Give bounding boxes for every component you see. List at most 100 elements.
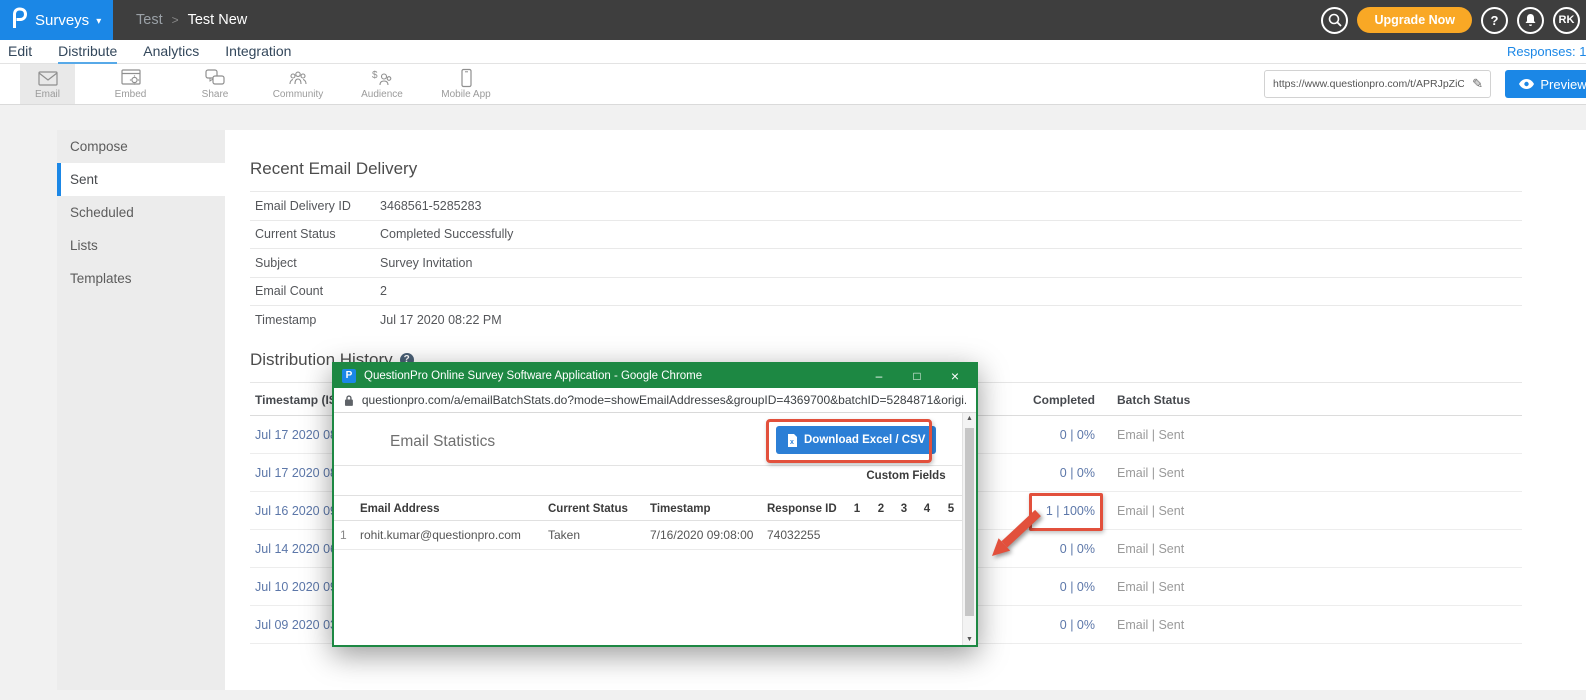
popup-table-header: Email Address Current Status Timestamp R… — [334, 495, 962, 521]
batch-status-value: Email | Sent — [1117, 454, 1184, 492]
field-label: Timestamp — [255, 313, 380, 327]
completed-value[interactable]: 0 | 0% — [970, 454, 1095, 492]
column-response-id: Response ID — [767, 496, 837, 522]
survey-subnav: Edit Distribute Analytics Integration Re… — [0, 40, 1586, 64]
field-value: 2 — [380, 284, 387, 298]
highlight-box-download-button — [766, 419, 932, 463]
edit-url-icon[interactable]: ✎ — [1472, 76, 1483, 92]
top-navbar: Surveys ▾ Test > Test New Upgrade Now ? … — [0, 0, 1586, 40]
sidebar-item-templates[interactable]: Templates — [57, 262, 225, 295]
email-address-value: rohit.kumar@questionpro.com — [360, 521, 521, 550]
close-button[interactable]: × — [940, 368, 970, 384]
tab-analytics[interactable]: Analytics — [143, 40, 199, 64]
sidebar-item-scheduled[interactable]: Scheduled — [57, 196, 225, 229]
column-completed: Completed — [970, 383, 1095, 417]
popup-address-bar[interactable]: questionpro.com/a/emailBatchStats.do?mod… — [334, 388, 976, 413]
scroll-up-icon[interactable]: ▲ — [963, 415, 976, 422]
search-icon — [1328, 13, 1342, 27]
svg-text:$: $ — [372, 70, 378, 81]
responses-count[interactable]: Responses: 14 — [1507, 44, 1586, 59]
sidebar-item-compose[interactable]: Compose — [57, 130, 225, 163]
column-custom-5: 5 — [944, 496, 958, 522]
field-label: Email Count — [255, 284, 380, 298]
toolbar-item-label: Audience — [361, 89, 403, 100]
column-custom-1: 1 — [850, 496, 864, 522]
embed-icon — [120, 68, 142, 88]
recent-delivery-title: Recent Email Delivery — [250, 159, 417, 179]
table-row: Timestamp Jul 17 2020 08:22 PM — [250, 305, 1522, 334]
tab-distribute[interactable]: Distribute — [58, 40, 117, 64]
upgrade-now-button[interactable]: Upgrade Now — [1357, 7, 1472, 33]
toolbar-item-share[interactable]: Share — [188, 64, 242, 104]
current-status-value: Taken — [548, 521, 580, 550]
share-icon — [204, 68, 226, 88]
audience-icon: $ — [371, 68, 393, 88]
field-label: Current Status — [255, 227, 380, 241]
surveys-menu[interactable]: Surveys ▾ — [0, 0, 113, 40]
row-index: 1 — [340, 521, 347, 550]
toolbar-item-community[interactable]: Community — [262, 64, 334, 104]
field-value: Survey Invitation — [380, 256, 472, 270]
sidebar-item-sent[interactable]: Sent — [57, 163, 225, 196]
survey-url-input[interactable] — [1265, 71, 1490, 97]
timestamp-value: 7/16/2020 09:08:00 — [650, 521, 753, 550]
divider — [334, 465, 962, 466]
table-row: Subject Survey Invitation — [250, 248, 1522, 277]
table-row: Email Count 2 — [250, 277, 1522, 306]
toolbar-item-label: Email — [35, 89, 60, 100]
notifications-button[interactable] — [1517, 7, 1544, 34]
tab-edit[interactable]: Edit — [8, 40, 32, 64]
lock-icon — [344, 394, 354, 407]
custom-fields-label: Custom Fields — [846, 470, 966, 482]
toolbar-item-mobile-app[interactable]: Mobile App — [428, 64, 504, 104]
maximize-button[interactable]: □ — [902, 369, 932, 383]
column-email-address: Email Address — [360, 496, 439, 522]
column-batch-status: Batch Status — [1117, 383, 1190, 417]
toolbar-item-label: Share — [202, 89, 229, 100]
community-icon — [287, 68, 309, 88]
popup-url: questionpro.com/a/emailBatchStats.do?mod… — [362, 393, 966, 407]
toolbar-item-email[interactable]: Email — [20, 64, 75, 104]
bell-icon — [1524, 13, 1537, 27]
distribute-toolbar: Email Embed Share Community $ Audience M… — [0, 64, 1586, 105]
preview-button[interactable]: Preview — [1505, 70, 1586, 98]
topbar-actions: Upgrade Now ? RK — [1321, 7, 1586, 34]
table-row: 1 rohit.kumar@questionpro.com Taken 7/16… — [334, 521, 962, 550]
field-value: Jul 17 2020 08:22 PM — [380, 313, 502, 327]
toolbar-item-label: Community — [273, 89, 324, 100]
toolbar-item-embed[interactable]: Embed — [103, 64, 158, 104]
annotation-arrow-icon — [978, 500, 1042, 562]
help-button[interactable]: ? — [1481, 7, 1508, 34]
toolbar-item-label: Mobile App — [441, 89, 490, 100]
email-sidebar: Compose Sent Scheduled Lists Templates — [57, 130, 225, 690]
column-custom-3: 3 — [897, 496, 911, 522]
field-label: Email Delivery ID — [255, 199, 380, 213]
completed-value[interactable]: 0 | 0% — [970, 416, 1095, 454]
sidebar-item-lists[interactable]: Lists — [57, 229, 225, 262]
popup-titlebar[interactable]: P QuestionPro Online Survey Software App… — [334, 364, 976, 388]
tab-integration[interactable]: Integration — [225, 40, 291, 64]
search-button[interactable] — [1321, 7, 1348, 34]
column-custom-4: 4 — [920, 496, 934, 522]
scrollbar[interactable]: ▲ ▼ — [962, 413, 976, 645]
column-timestamp: Timestamp — [650, 496, 711, 522]
minimize-button[interactable]: – — [864, 369, 894, 383]
field-value: Completed Successfully — [380, 227, 513, 241]
batch-status-value: Email | Sent — [1117, 492, 1184, 530]
batch-status-value: Email | Sent — [1117, 606, 1184, 644]
subnav-tabs: Edit Distribute Analytics Integration — [0, 40, 1586, 64]
completed-value[interactable]: 0 | 0% — [970, 606, 1095, 644]
toolbar-item-audience[interactable]: $ Audience — [350, 64, 414, 104]
chevron-down-icon: ▾ — [96, 16, 101, 27]
survey-url-box: ✎ — [1264, 70, 1491, 98]
avatar[interactable]: RK — [1553, 7, 1580, 34]
breadcrumb: Test > Test New — [136, 12, 247, 28]
scrollbar-thumb[interactable] — [965, 428, 974, 616]
batch-status-value: Email | Sent — [1117, 568, 1184, 606]
column-current-status: Current Status — [548, 496, 628, 522]
preview-label: Preview — [1540, 77, 1586, 92]
scroll-down-icon[interactable]: ▼ — [963, 636, 976, 643]
breadcrumb-parent[interactable]: Test — [136, 12, 163, 28]
field-value: 3468561-5285283 — [380, 199, 482, 213]
completed-value[interactable]: 0 | 0% — [970, 568, 1095, 606]
